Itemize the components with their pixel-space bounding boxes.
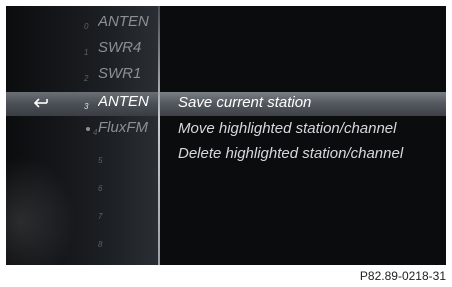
preset-number: 3 xyxy=(84,102,89,111)
preset-name: SWR4 xyxy=(98,39,142,56)
preset-panel: 0 ANTEN 1 SWR4 2 SWR1 3 ANTEN 4 FluxFM 5… xyxy=(6,6,158,265)
figure-caption: P82.89-0218-31 xyxy=(0,265,452,287)
selected-dot-icon xyxy=(86,127,90,131)
preset-item-6[interactable]: 6 xyxy=(6,174,158,198)
preset-item-2[interactable]: 2 SWR1 xyxy=(6,64,158,88)
menu-item-label: Move highlighted station/channel xyxy=(178,120,397,137)
preset-item-1[interactable]: 1 SWR4 xyxy=(6,38,158,62)
preset-number: 7 xyxy=(98,212,103,221)
menu-item-label: Save current station xyxy=(178,94,312,111)
preset-item-7[interactable]: 7 xyxy=(6,202,158,226)
preset-item-4[interactable]: 4 FluxFM xyxy=(6,118,158,142)
preset-name: ANTEN xyxy=(98,93,149,110)
menu-item-label: Delete highlighted station/channel xyxy=(178,145,404,162)
preset-number: 6 xyxy=(98,184,103,193)
preset-item-0[interactable]: 0 ANTEN xyxy=(6,12,158,36)
preset-list: 0 ANTEN 1 SWR4 2 SWR1 3 ANTEN 4 FluxFM 5… xyxy=(6,6,158,265)
preset-name: ANTEN xyxy=(98,13,149,30)
preset-number: 8 xyxy=(98,240,103,249)
preset-name: SWR1 xyxy=(98,65,142,82)
preset-number: 4 xyxy=(93,128,98,137)
preset-item-8[interactable]: 8 xyxy=(6,230,158,254)
station-menu: Save current station Move highlighted st… xyxy=(160,6,446,265)
back-arrow-icon[interactable] xyxy=(34,97,48,109)
preset-number: 0 xyxy=(84,22,89,31)
figure-code: P82.89-0218-31 xyxy=(359,269,446,283)
preset-item-3-active[interactable]: 3 ANTEN xyxy=(6,92,158,116)
preset-number: 5 xyxy=(98,156,103,165)
radio-screen: 0 ANTEN 1 SWR4 2 SWR1 3 ANTEN 4 FluxFM 5… xyxy=(6,6,446,265)
move-station-menu-item[interactable]: Move highlighted station/channel xyxy=(160,118,446,142)
preset-item-5[interactable]: 5 xyxy=(6,146,158,170)
preset-name: FluxFM xyxy=(98,119,148,136)
save-station-menu-item[interactable]: Save current station xyxy=(160,92,446,116)
preset-number: 1 xyxy=(84,48,89,57)
delete-station-menu-item[interactable]: Delete highlighted station/channel xyxy=(160,143,446,167)
preset-number: 2 xyxy=(84,74,89,83)
